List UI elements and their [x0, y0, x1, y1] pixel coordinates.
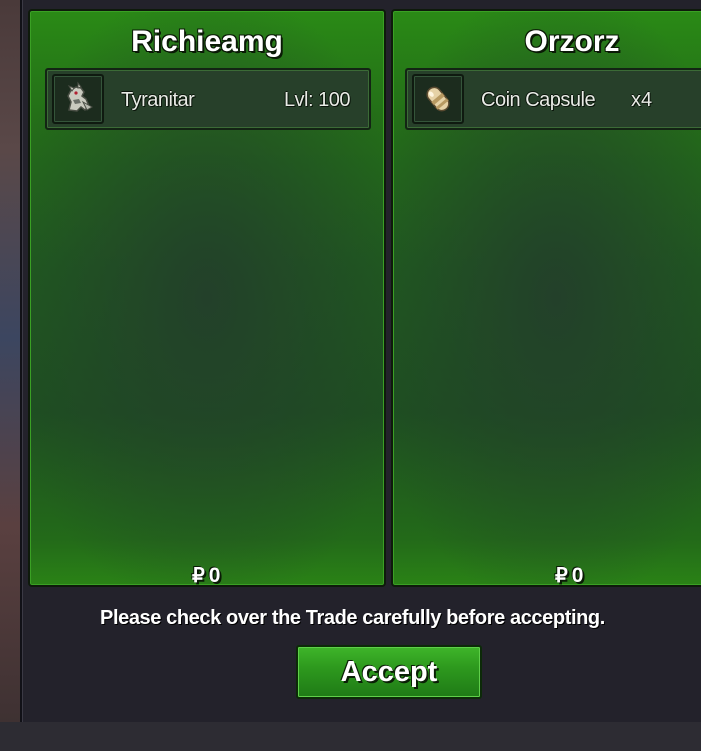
accept-button[interactable]: Accept [296, 645, 482, 699]
trade-item-row[interactable]: Coin Capsule x4 [405, 68, 701, 130]
trade-screen: Richieamg Tyranitar Lvl: 100 ₽ 0 Orzorz [0, 0, 701, 751]
background-strip [0, 0, 20, 751]
coin-capsule-icon [412, 74, 464, 124]
right-player-name: Orzorz [524, 25, 620, 58]
money-display: ₽ 0 [555, 563, 583, 588]
money-display: ₽ 0 [192, 563, 220, 588]
pokedollar-icon: ₽ [192, 565, 205, 587]
money-amount: 0 [208, 563, 221, 587]
tyranitar-sprite-icon [52, 74, 104, 124]
left-player-name: Richieamg [131, 25, 283, 58]
trade-notice: Please check over the Trade carefully be… [100, 607, 605, 629]
pokedollar-icon: ₽ [555, 565, 568, 587]
right-trade-panel: Orzorz Coin Capsule x4 ₽ 0 [391, 9, 701, 587]
bottom-bar [0, 722, 701, 751]
item-quantity: x4 [631, 89, 653, 111]
left-trade-panel: Richieamg Tyranitar Lvl: 100 ₽ 0 [28, 9, 386, 587]
item-level: Lvl: 100 [283, 89, 351, 111]
item-name: Tyranitar [121, 89, 195, 111]
item-name: Coin Capsule [481, 89, 596, 111]
money-amount: 0 [571, 563, 584, 587]
trade-item-row[interactable]: Tyranitar Lvl: 100 [45, 68, 371, 130]
